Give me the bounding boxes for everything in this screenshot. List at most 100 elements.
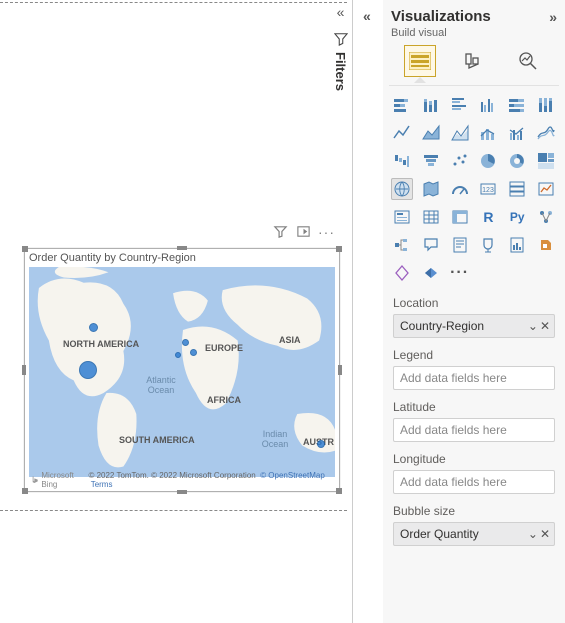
waterfall-icon[interactable] [391, 150, 413, 172]
line-stacked-column-icon[interactable] [477, 122, 499, 144]
osm-link[interactable]: © OpenStreetMap [260, 471, 325, 480]
decomposition-tree-icon[interactable] [391, 234, 413, 256]
remove-icon[interactable]: ✕ [540, 527, 550, 541]
visual-container[interactable]: Order Quantity by Country-Region NORTH A… [24, 248, 340, 492]
stacked-area-icon[interactable] [449, 122, 471, 144]
resize-handle[interactable] [336, 488, 342, 494]
donut-icon[interactable] [506, 150, 528, 172]
pane-title: Visualizations [391, 8, 549, 25]
map-icon[interactable] [391, 178, 413, 200]
focus-mode-icon[interactable] [296, 224, 311, 239]
matrix-icon[interactable] [449, 206, 471, 228]
terms-link[interactable]: Terms [91, 480, 113, 489]
map-bubble[interactable] [317, 440, 325, 448]
field-label: Longitude [393, 452, 555, 466]
map-bubble[interactable] [79, 361, 97, 379]
resize-handle[interactable] [338, 365, 342, 375]
map-bubble[interactable] [182, 339, 189, 346]
map-label-indian: Indian Ocean [257, 429, 293, 449]
scatter-icon[interactable] [449, 150, 471, 172]
filter-icon[interactable] [273, 224, 288, 239]
goals-icon[interactable] [477, 234, 499, 256]
resize-handle[interactable] [336, 246, 342, 252]
key-influencers-icon[interactable] [535, 206, 557, 228]
card-icon[interactable]: 123 [477, 178, 499, 200]
paginated-report-icon[interactable] [506, 234, 528, 256]
field-well[interactable]: Add data fields here [393, 470, 555, 494]
map-label-na: NORTH AMERICA [63, 339, 139, 349]
remove-icon[interactable]: ✕ [540, 319, 550, 333]
visual-title: Order Quantity by Country-Region [25, 249, 339, 264]
kpi-icon[interactable] [535, 178, 557, 200]
line-chart-icon[interactable] [391, 122, 413, 144]
filters-pane-collapsed[interactable]: « Filters [328, 4, 353, 91]
visual-header-toolbar: ··· [273, 224, 334, 239]
canvas-boundary-bottom [0, 510, 347, 511]
map-label-atlantic: Atlantic Ocean [141, 375, 181, 395]
field-well[interactable]: Order Quantity ⌄ ✕ [393, 522, 555, 546]
field-well[interactable]: Add data fields here [393, 418, 555, 442]
chevrons-right-icon[interactable]: » [549, 9, 557, 25]
qna-icon[interactable] [420, 234, 442, 256]
power-automate-icon[interactable] [391, 262, 413, 284]
multi-row-card-icon[interactable] [506, 178, 528, 200]
field-value: Order Quantity [400, 527, 479, 541]
hundred-stacked-bar-icon[interactable] [506, 94, 528, 116]
field-well-longitude: Longitude Add data fields here [383, 444, 565, 496]
visualizations-pane: « Visualizations » Build visual [383, 0, 565, 623]
python-visual-icon[interactable]: Py [506, 206, 528, 228]
map-bubble[interactable] [190, 349, 197, 356]
field-label: Location [393, 296, 555, 310]
stacked-column-icon[interactable] [420, 94, 442, 116]
resize-handle[interactable] [22, 365, 26, 375]
field-value: Country-Region [400, 319, 484, 333]
field-well[interactable]: Country-Region ⌄ ✕ [393, 314, 555, 338]
hundred-stacked-column-icon[interactable] [535, 94, 557, 116]
filter-icon [334, 32, 348, 46]
smart-narrative-icon[interactable] [449, 234, 471, 256]
resize-handle[interactable] [177, 246, 187, 250]
field-placeholder: Add data fields here [400, 371, 507, 385]
field-well[interactable]: Add data fields here [393, 366, 555, 390]
slicer-icon[interactable] [391, 206, 413, 228]
r-visual-icon[interactable]: R [477, 206, 499, 228]
ribbon-chart-icon[interactable] [535, 122, 557, 144]
resize-handle[interactable] [22, 488, 28, 494]
resize-handle[interactable] [177, 490, 187, 494]
map-surface[interactable]: NORTH AMERICA EUROPE ASIA AFRICA SOUTH A… [29, 267, 335, 477]
chevrons-left-icon[interactable]: « [337, 4, 345, 20]
area-chart-icon[interactable] [420, 122, 442, 144]
format-visual-tab[interactable] [458, 45, 490, 77]
field-label: Bubble size [393, 504, 555, 518]
clustered-column-icon[interactable] [477, 94, 499, 116]
power-apps-icon[interactable] [535, 234, 557, 256]
funnel-icon[interactable] [420, 150, 442, 172]
gauge-icon[interactable] [449, 178, 471, 200]
build-visual-tab[interactable] [404, 45, 436, 77]
chevrons-left-icon[interactable]: « [363, 8, 371, 24]
line-clustered-column-icon[interactable] [506, 122, 528, 144]
chevron-down-icon[interactable]: ⌄ [528, 527, 538, 541]
analytics-tab[interactable] [512, 45, 544, 77]
resize-handle[interactable] [22, 246, 28, 252]
clustered-bar-icon[interactable] [449, 94, 471, 116]
chevron-down-icon[interactable]: ⌄ [528, 319, 538, 333]
stacked-bar-icon[interactable] [391, 94, 413, 116]
map-bubble[interactable] [89, 323, 98, 332]
table-icon[interactable] [420, 206, 442, 228]
filled-map-icon[interactable] [420, 178, 442, 200]
map-copyright: © 2022 TomTom. © 2022 Microsoft Corporat… [88, 471, 255, 480]
svg-text:123: 123 [483, 187, 495, 194]
field-label: Legend [393, 348, 555, 362]
map-label-eu: EUROPE [205, 343, 243, 353]
more-options-icon[interactable]: ··· [319, 224, 334, 239]
get-more-visuals-icon[interactable]: ··· [449, 262, 471, 284]
map-label-as: ASIA [279, 335, 301, 345]
azure-map-icon[interactable] [420, 262, 442, 284]
map-bubble[interactable] [175, 352, 181, 358]
map-visual[interactable]: ··· Order Quantity by Country-Region [24, 226, 340, 496]
report-canvas[interactable]: « Filters ··· Order Quantity by Country-… [0, 0, 353, 623]
pie-icon[interactable] [477, 150, 499, 172]
map-attribution: Microsoft Bing © 2022 TomTom. © 2022 Mic… [31, 471, 333, 489]
treemap-icon[interactable] [535, 150, 557, 172]
